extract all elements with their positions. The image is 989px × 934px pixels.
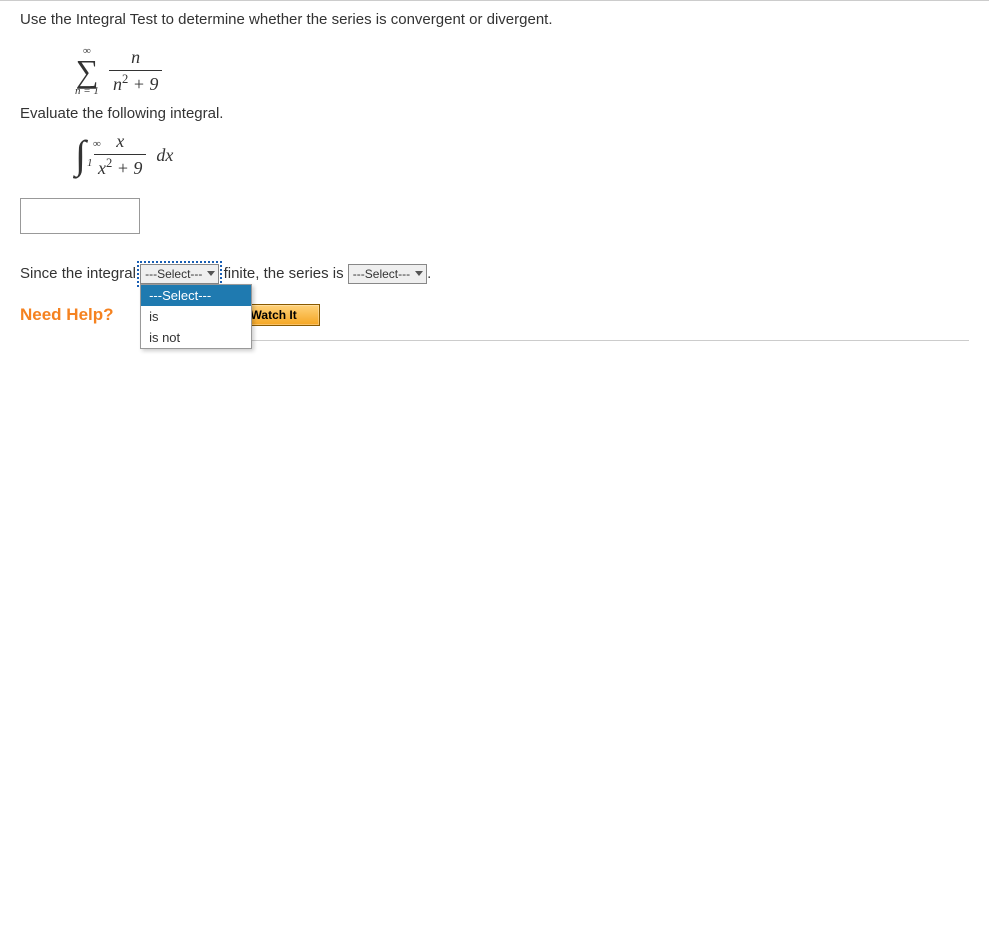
- series-numerator: n: [127, 48, 144, 70]
- sentence-period: .: [427, 265, 431, 282]
- select2-display: ---Select---: [353, 267, 410, 281]
- integral-answer-input[interactable]: [20, 198, 140, 234]
- integral-fraction: x x2 + 9: [94, 132, 146, 179]
- sentence-part2: finite, the series is: [219, 265, 347, 282]
- chevron-down-icon: [207, 271, 215, 276]
- select-is-isnot[interactable]: ---Select--- ---Select--- is is not: [140, 264, 219, 284]
- integral-expression: ∞ ∫ 1 x x2 + 9 dx: [75, 132, 969, 179]
- select1-option-isnot[interactable]: is not: [141, 327, 251, 348]
- series-fraction: n n2 + 9: [109, 48, 162, 95]
- select-conv-div[interactable]: ---Select---: [348, 264, 427, 284]
- question-prompt: Use the Integral Test to determine wheth…: [20, 11, 969, 28]
- series-denominator: n2 + 9: [109, 70, 162, 95]
- select1-display: ---Select---: [145, 267, 202, 281]
- select1-option-placeholder[interactable]: ---Select---: [141, 285, 251, 306]
- question-container: Use the Integral Test to determine wheth…: [0, 0, 989, 369]
- series-expression: ∞ ∑ n = 1 n n2 + 9: [75, 38, 969, 97]
- select1-option-is[interactable]: is: [141, 306, 251, 327]
- chevron-down-icon: [415, 271, 423, 276]
- select1-dropdown: ---Select--- is is not: [140, 284, 252, 349]
- need-help-label: Need Help?: [20, 305, 114, 325]
- sigma-symbol: ∑: [76, 57, 99, 86]
- integral-numerator: x: [112, 132, 128, 154]
- sigma-lower: n = 1: [75, 86, 99, 97]
- conclusion-sentence: Since the integral ---Select--- ---Selec…: [20, 264, 969, 284]
- sentence-part1: Since the integral: [20, 265, 140, 282]
- integral-denominator: x2 + 9: [94, 154, 146, 179]
- integral-lower: 1: [87, 158, 93, 169]
- section-divider: [180, 340, 969, 341]
- evaluate-label: Evaluate the following integral.: [20, 105, 969, 122]
- integral-upper: ∞: [93, 139, 101, 150]
- integral-dx: dx: [156, 145, 173, 166]
- integral-symbol: ∫: [75, 139, 86, 171]
